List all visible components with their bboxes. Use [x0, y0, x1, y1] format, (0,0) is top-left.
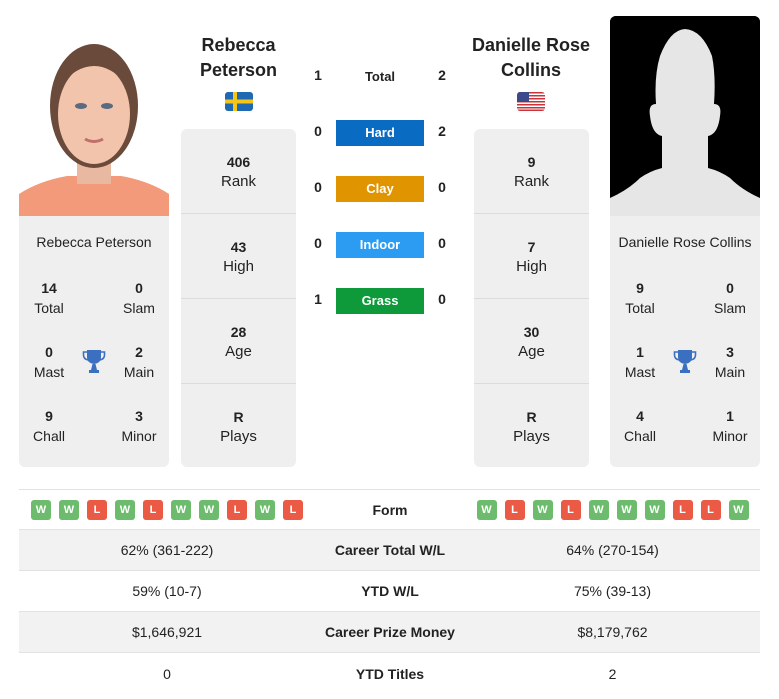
player1-titles-name: Rebecca Peterson — [36, 234, 152, 250]
player1-name-line2: Peterson — [199, 60, 278, 80]
career-wl-label: Career Total W/L — [334, 542, 446, 558]
ytd-wl-label: YTD W/L — [361, 583, 419, 599]
player1-career-wl: 62% (361-222) — [120, 542, 214, 558]
sweden-flag-icon — [225, 92, 253, 111]
player1-stats-card: 406 Rank 43 High 28 Age R Plays — [181, 129, 296, 467]
silhouette-placeholder-image — [610, 16, 760, 216]
surface-indoor-badge[interactable]: Indoor — [336, 232, 424, 258]
player2-ytd-wl: 75% (39-13) — [573, 583, 652, 599]
trophy-icon — [82, 348, 106, 374]
player2-titles-minor: 1 Minor — [712, 408, 748, 444]
comparison-row-ytd-wl: 59% (10-7) YTD W/L 75% (39-13) — [19, 571, 760, 612]
player2-name-line1: Danielle Rose — [471, 35, 591, 55]
form-win-badge[interactable]: W — [255, 499, 275, 520]
h2h-indoor-p1: 0 — [314, 235, 322, 251]
form-win-badge[interactable]: W — [588, 499, 609, 520]
form-loss-badge[interactable]: L — [672, 499, 693, 520]
h2h-indoor-p2: 0 — [438, 235, 446, 251]
player2-high: 7 High — [474, 214, 589, 299]
player2-name-line2: Collins — [500, 60, 561, 80]
h2h-hard-p1: 0 — [314, 123, 322, 139]
player1-titles-mast: 0 Mast — [33, 344, 65, 380]
player2-photo[interactable] — [610, 16, 760, 216]
form-loss-badge[interactable]: L — [143, 499, 163, 520]
form-label: Form — [372, 501, 408, 518]
player1-high: 43 High — [181, 214, 296, 299]
player2-form: WLWLWWWLLW — [465, 499, 760, 520]
prize-money-label: Career Prize Money — [325, 624, 455, 640]
surface-grass-badge[interactable]: Grass — [336, 288, 424, 314]
player2-prize-money: $8,179,762 — [577, 624, 648, 640]
comparison-row-career-wl: 62% (361-222) Career Total W/L 64% (270-… — [19, 530, 760, 571]
player1-ytd-wl: 59% (10-7) — [132, 583, 202, 599]
h2h-total-label: Total — [364, 69, 396, 84]
trophy-icon — [673, 348, 697, 374]
h2h-grass-p2: 0 — [438, 291, 446, 307]
player1-ytd-titles: 0 — [163, 665, 171, 682]
form-win-badge[interactable]: W — [728, 499, 749, 520]
form-win-badge[interactable]: W — [31, 499, 51, 520]
player1-titles-minor: 3 Minor — [121, 408, 157, 444]
form-win-badge[interactable]: W — [476, 499, 497, 520]
ytd-titles-label: YTD Titles — [355, 665, 425, 682]
player1-name-heading[interactable]: Rebecca Peterson — [181, 33, 296, 83]
form-win-badge[interactable]: W — [616, 499, 637, 520]
player1-titles-total: 14 Total — [34, 280, 64, 316]
form-win-badge[interactable]: W — [532, 499, 553, 520]
form-win-badge[interactable]: W — [115, 499, 135, 520]
player2-name-heading[interactable]: Danielle Rose Collins — [466, 33, 596, 83]
comparison-row-prize-money: $1,646,921 Career Prize Money $8,179,762 — [19, 612, 760, 653]
player2-titles-main: 3 Main — [714, 344, 746, 380]
form-win-badge[interactable]: W — [199, 499, 219, 520]
player1-prize-money: $1,646,921 — [131, 624, 203, 640]
form-loss-badge[interactable]: L — [700, 499, 721, 520]
player1-portrait-image — [19, 16, 169, 216]
player1-titles-chall: 9 Chall — [33, 408, 65, 444]
form-loss-badge[interactable]: L — [504, 499, 525, 520]
player2-titles-chall: 4 Chall — [624, 408, 656, 444]
form-loss-badge[interactable]: L — [560, 499, 581, 520]
h2h-clay-p2: 0 — [438, 179, 446, 195]
player2-stats-card: 9 Rank 7 High 30 Age R Plays — [474, 129, 589, 467]
player2-plays: R Plays — [513, 409, 550, 445]
player2-ytd-titles: 2 — [608, 665, 617, 682]
h2h-total-p2: 2 — [438, 67, 446, 83]
player1-rank: 406 Rank — [181, 129, 296, 214]
player2-titles-mast: 1 Mast — [624, 344, 656, 380]
form-win-badge[interactable]: W — [59, 499, 79, 520]
form-win-badge[interactable]: W — [171, 499, 191, 520]
player1-age: 28 Age — [181, 299, 296, 384]
form-loss-badge[interactable]: L — [87, 499, 107, 520]
player1-form-badges: WWLWLWWLWL — [19, 499, 315, 520]
player1-titles-slam: 0 Slam — [123, 280, 155, 316]
player2-titles-name: Danielle Rose Collins — [618, 234, 752, 250]
h2h-clay-p1: 0 — [314, 179, 322, 195]
form-row: WWLWLWWLWL Form WLWLWWWLLW — [19, 489, 760, 530]
form-loss-badge[interactable]: L — [283, 499, 303, 520]
player1-titles-main: 2 Main — [123, 344, 155, 380]
player2-age: 30 Age — [474, 299, 589, 384]
surface-clay-badge[interactable]: Clay — [336, 176, 424, 202]
player2-career-wl: 64% (270-154) — [566, 542, 659, 558]
player1-photo[interactable] — [19, 16, 169, 216]
surface-hard-badge[interactable]: Hard — [336, 120, 424, 146]
form-win-badge[interactable]: W — [644, 499, 665, 520]
comparison-row-ytd-titles: 0 YTD Titles 2 — [19, 653, 760, 694]
usa-flag-icon — [517, 92, 545, 111]
player1-form: WWLWLWWLWL — [19, 499, 315, 520]
h2h-hard-p2: 2 — [438, 123, 446, 139]
player2-form-badges: WLWLWWWLLW — [465, 499, 760, 520]
player1-name-line1: Rebecca — [201, 35, 276, 55]
h2h-total-p1: 1 — [314, 67, 322, 83]
player2-titles-slam: 0 Slam — [714, 280, 746, 316]
player2-rank: 9 Rank — [474, 129, 589, 214]
player1-plays: R Plays — [220, 409, 257, 445]
player1-titles-card: Rebecca Peterson 14 Total 0 Slam 0 Mast 2 Ma… — [19, 216, 169, 467]
form-loss-badge[interactable]: L — [227, 499, 247, 520]
player2-titles-total: 9 Total — [625, 280, 655, 316]
h2h-grass-p1: 1 — [314, 291, 322, 307]
player2-titles-card: Danielle Rose Collins 9 Total 0 Slam 1 Mast… — [610, 216, 760, 467]
